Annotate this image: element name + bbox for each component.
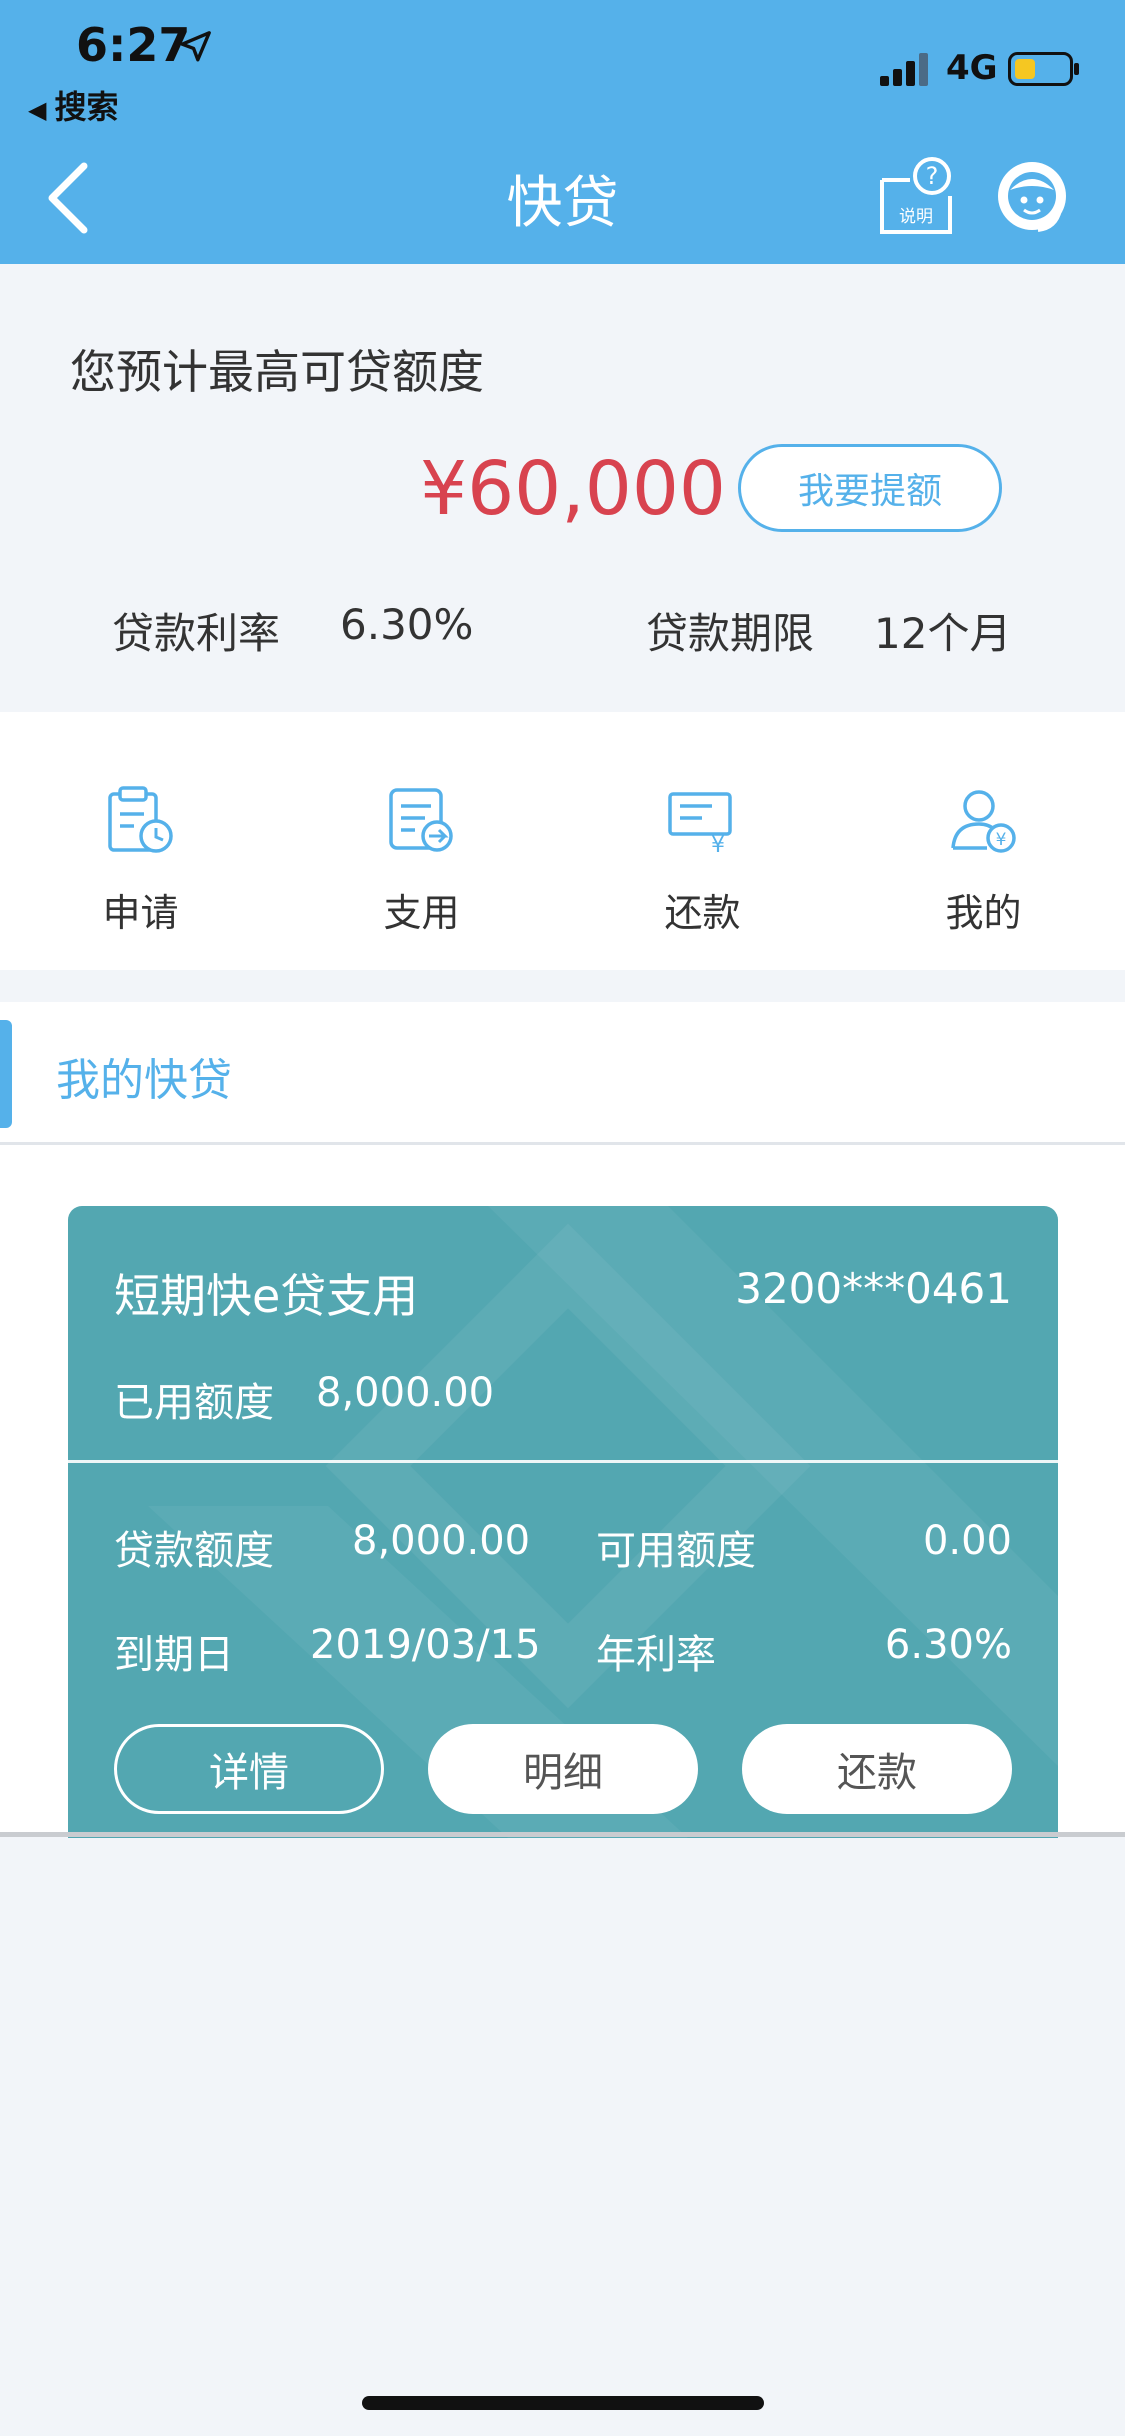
loan-rate-value: 6.30% [340, 600, 474, 649]
location-arrow-icon [180, 31, 211, 62]
loan-term-label: 贷款期限 [646, 609, 815, 658]
action-apply-label: 申请 [102, 891, 179, 935]
due-date-value: 2019/03/15 [310, 1622, 541, 1668]
loan-term-value: 12个月 [874, 609, 1012, 658]
svg-text:¥: ¥ [711, 833, 725, 856]
used-amount-label: 已用额度 [114, 1380, 274, 1426]
action-grid: 申请 支用 ¥ 还款 ¥ 我的 [0, 712, 1125, 970]
list-bottom-border [0, 1832, 1125, 1837]
help-label: 说明 [899, 207, 933, 227]
raise-limit-button[interactable]: 我要提额 [738, 444, 1002, 532]
detail-button[interactable]: 详情 [114, 1724, 384, 1814]
user-yuan-icon: ¥ [951, 790, 1016, 853]
loan-product-name: 短期快e贷支用 [114, 1269, 419, 1323]
network-type: 4G [946, 48, 998, 88]
back-to-search[interactable]: ◀ 搜索 [28, 82, 118, 128]
page-title: 快贷 [506, 171, 619, 236]
card-repay-button[interactable]: 还款 [742, 1724, 1012, 1814]
action-withdraw-label: 支用 [383, 891, 460, 935]
back-triangle-icon: ◀ [28, 96, 47, 124]
card-divider [68, 1460, 1058, 1463]
application-clock-icon [108, 786, 173, 853]
used-amount-value: 8,000.00 [316, 1370, 495, 1416]
my-loans-title: 我的快贷 [56, 1055, 232, 1106]
withdraw-doc-icon [389, 788, 453, 852]
help-icon[interactable]: ? 说明 [876, 156, 956, 238]
annual-rate-label: 年利率 [596, 1632, 716, 1678]
loan-account-number: 3200***0461 [735, 1264, 1012, 1313]
signal-icon [880, 53, 928, 86]
due-date-label: 到期日 [114, 1632, 234, 1678]
action-repay-label: 还款 [664, 891, 741, 935]
annual-rate-value: 6.30% [884, 1622, 1012, 1668]
section-accent-bar [0, 1020, 12, 1128]
transactions-button[interactable]: 明细 [428, 1724, 698, 1814]
loan-rate-label: 贷款利率 [112, 609, 281, 658]
available-amount-label: 可用额度 [596, 1528, 756, 1574]
repay-yuan-icon: ¥ [668, 792, 732, 856]
action-apply[interactable]: 申请 [0, 712, 281, 970]
battery-icon [1008, 52, 1079, 86]
svg-text:?: ? [926, 162, 939, 190]
svg-text:¥: ¥ [996, 830, 1007, 850]
action-mine-label: 我的 [945, 891, 1022, 935]
customer-service-icon[interactable] [990, 154, 1074, 238]
loan-amount-value: 8,000.00 [352, 1518, 531, 1564]
loan-amount-label: 贷款额度 [114, 1528, 274, 1574]
max-credit-label: 您预计最高可贷额度 [70, 345, 484, 399]
action-repay[interactable]: ¥ 还款 [562, 712, 843, 970]
action-withdraw[interactable]: 支用 [281, 712, 562, 970]
back-app-label: 搜索 [54, 88, 119, 126]
status-time: 6:27 [76, 18, 191, 72]
loan-card[interactable]: 短期快e贷支用 3200***0461 已用额度 8,000.00 贷款额度 8… [68, 1206, 1058, 1838]
available-amount-value: 0.00 [922, 1518, 1012, 1564]
home-indicator[interactable] [362, 2396, 764, 2410]
action-mine[interactable]: ¥ 我的 [843, 712, 1124, 970]
max-credit-amount: ¥60,000 [420, 446, 727, 532]
